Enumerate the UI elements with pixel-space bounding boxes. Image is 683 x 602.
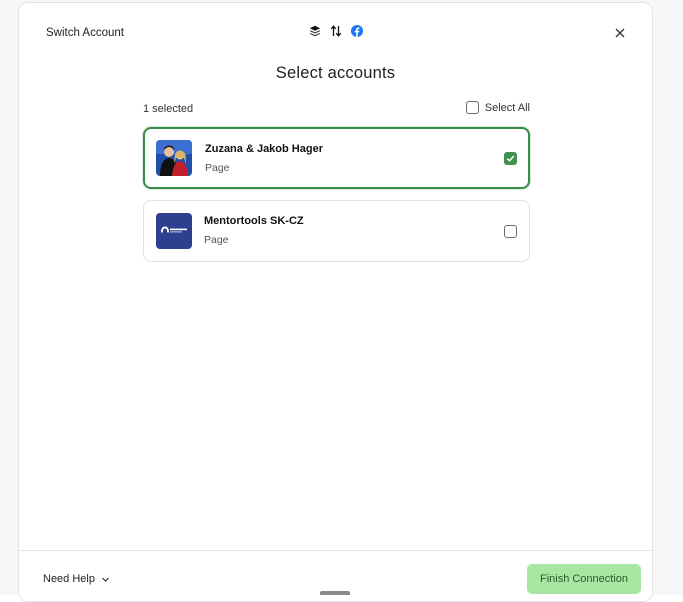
page-title: Select accounts [275, 64, 396, 82]
account-item-mentortools-sk-cz[interactable]: Mentortools SK-CZ Page [143, 200, 530, 262]
checkbox-icon [465, 101, 479, 114]
select-all-checkbox[interactable]: Select All [465, 101, 530, 114]
account-item-zuzana-jakob-hager[interactable]: Zuzana & Jakob Hager Page [143, 127, 530, 189]
scroll-handle [320, 591, 350, 595]
account-type: Page [204, 234, 229, 246]
account-type: Page [205, 162, 230, 174]
need-help-dropdown[interactable]: Need Help [43, 573, 110, 585]
buffer-stack-icon [309, 25, 321, 37]
account-checkbox[interactable] [504, 152, 517, 165]
finish-connection-button[interactable]: Finish Connection [527, 564, 641, 594]
checkmark-icon [506, 155, 515, 162]
chevron-down-icon [102, 577, 109, 582]
facebook-icon [351, 25, 363, 37]
select-all-label: Select All [484, 101, 530, 114]
selection-toolbar: 1 selected Select All [143, 101, 530, 121]
connection-icons [309, 25, 363, 37]
close-button[interactable] [612, 25, 628, 41]
switch-account-modal: Switch Account Select accounts 1 selecte… [18, 2, 653, 602]
modal-header: Switch Account [19, 3, 652, 63]
avatar [156, 140, 192, 176]
account-name: Mentortools SK-CZ [204, 215, 304, 227]
account-name: Zuzana & Jakob Hager [205, 143, 323, 155]
need-help-label: Need Help [43, 573, 95, 585]
avatar [156, 213, 192, 249]
account-checkbox[interactable] [504, 225, 517, 238]
close-icon [615, 28, 625, 38]
selected-count: 1 selected [143, 103, 194, 115]
arrows-updown-icon [330, 25, 342, 37]
modal-title: Switch Account [46, 27, 124, 39]
